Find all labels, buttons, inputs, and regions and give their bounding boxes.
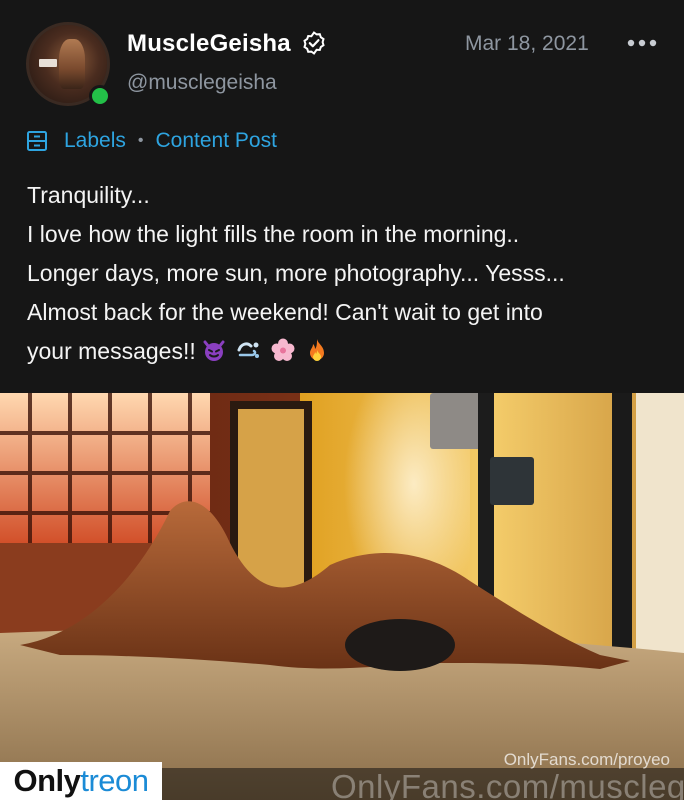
post-card: MuscleGeisha @musclegeisha Mar 18, 2021 … [0,0,684,800]
post-media-image[interactable]: OnlyFans.com/proyeo OnlyFans.com/muscleg… [0,393,684,800]
fire-emoji-icon [310,339,325,361]
post-date: Mar 18, 2021 [465,32,589,55]
labels-row[interactable]: Labels • Content Post [26,126,277,156]
author-display-name[interactable]: MuscleGeisha [127,30,291,58]
site-logo-badge: Only treon [0,762,162,800]
watermark-small: OnlyFans.com/proyeo [503,750,670,769]
caption-last-line: your messages!! [27,332,667,371]
blossom-emoji-icon [271,338,295,361]
caption-line: I love how the light fills the room in t… [27,221,520,247]
site-logo-part1: Only [13,763,81,798]
more-horizontal-icon[interactable] [626,36,658,50]
post-caption: Tranquility... I love how the light fill… [27,176,667,371]
wind-emoji-icon [237,342,259,358]
verified-icon [303,31,325,55]
labels-link[interactable]: Labels [64,129,126,153]
caption-line: Longer days, more sun, more photography.… [27,260,565,286]
caption-line: Tranquility... [27,182,150,208]
photo-scene [0,393,684,800]
labels-icon [27,131,47,151]
watermark-large: OnlyFans.com/musclegeisha [331,768,684,800]
caption-line: your messages!! [27,338,196,364]
caption-line: Almost back for the weekend! Can't wait … [27,299,543,325]
avatar-figure [59,39,85,89]
post-header: MuscleGeisha @musclegeisha Mar 18, 2021 [0,0,684,120]
avatar-logo [39,59,57,67]
author-handle[interactable]: @musclegeisha [127,71,277,95]
devil-emoji-icon [203,340,225,361]
labels-separator: • [137,132,144,149]
online-status-dot [89,85,111,107]
site-logo-part2: treon [80,763,149,798]
post-type-label[interactable]: Content Post [156,129,277,153]
